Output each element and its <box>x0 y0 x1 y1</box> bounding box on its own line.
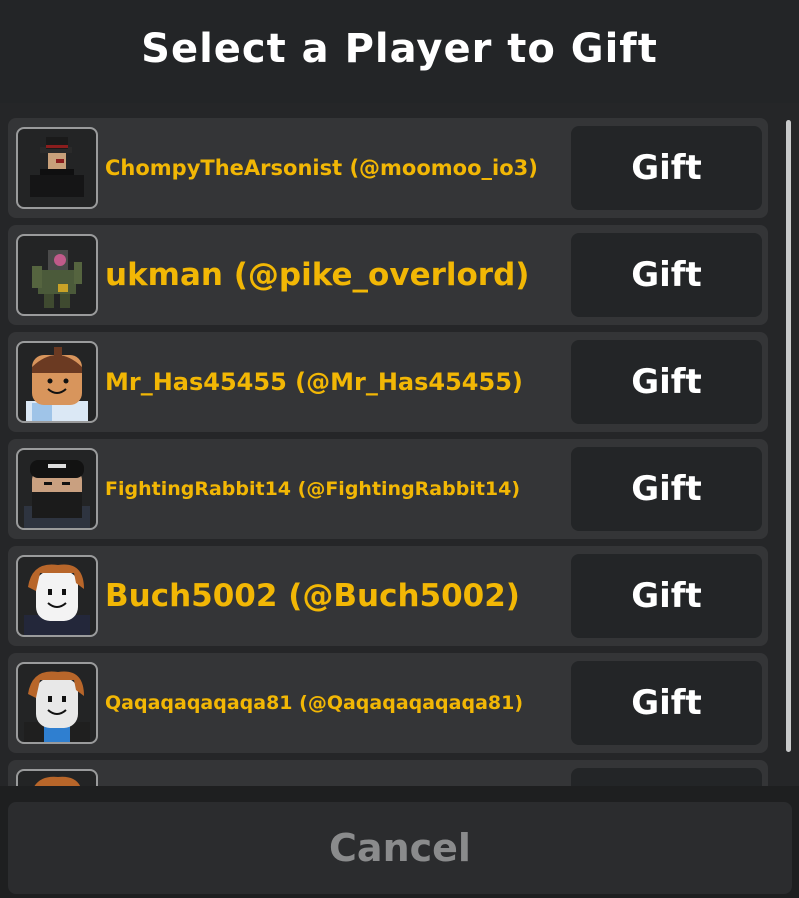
dialog-title: Select a Player to Gift <box>141 25 658 72</box>
gift-button[interactable]: Gift <box>571 447 762 531</box>
avatar-noob-blue-icon <box>16 662 98 744</box>
cancel-button[interactable]: Cancel <box>8 802 792 894</box>
gift-button[interactable]: Gift <box>571 233 762 317</box>
avatar-partial-icon <box>16 769 98 786</box>
player-name: Mr_Has45455 (@Mr_Has45455) <box>105 368 523 396</box>
avatar-smile-icon <box>16 341 98 423</box>
player-list[interactable]: ChompyTheArsonist (@moomoo_io3) Gift ukm… <box>0 103 799 786</box>
gift-button[interactable]: Gift <box>571 126 762 210</box>
player-row <box>8 760 768 786</box>
player-name: ukman (@pike_overlord) <box>105 257 530 293</box>
gift-button[interactable]: Gift <box>571 661 762 745</box>
gift-button[interactable]: Gift <box>571 554 762 638</box>
avatar-noob-icon <box>16 555 98 637</box>
player-row: FightingRabbit14 (@FightingRabbit14) Gif… <box>8 439 768 539</box>
player-row: Qaqaqaqaqaqa81 (@Qaqaqaqaqaqa81) Gift <box>8 653 768 753</box>
dialog-header: Select a Player to Gift <box>0 0 799 103</box>
player-name: Qaqaqaqaqaqa81 (@Qaqaqaqaqaqa81) <box>105 692 524 714</box>
player-name <box>105 760 565 786</box>
player-row: ukman (@pike_overlord) Gift <box>8 225 768 325</box>
avatar-camo-icon <box>16 234 98 316</box>
player-name: FightingRabbit14 (@FightingRabbit14) <box>105 478 521 500</box>
scrollbar[interactable] <box>786 120 791 752</box>
avatar-masked-icon <box>16 448 98 530</box>
player-row: Buch5002 (@Buch5002) Gift <box>8 546 768 646</box>
player-row: ChompyTheArsonist (@moomoo_io3) Gift <box>8 118 768 218</box>
avatar-fedora-icon <box>16 127 98 209</box>
gift-button[interactable] <box>571 768 762 786</box>
gift-button[interactable]: Gift <box>571 340 762 424</box>
player-name: ChompyTheArsonist (@moomoo_io3) <box>105 156 538 180</box>
player-name: Buch5002 (@Buch5002) <box>105 578 520 614</box>
player-row: Mr_Has45455 (@Mr_Has45455) Gift <box>8 332 768 432</box>
